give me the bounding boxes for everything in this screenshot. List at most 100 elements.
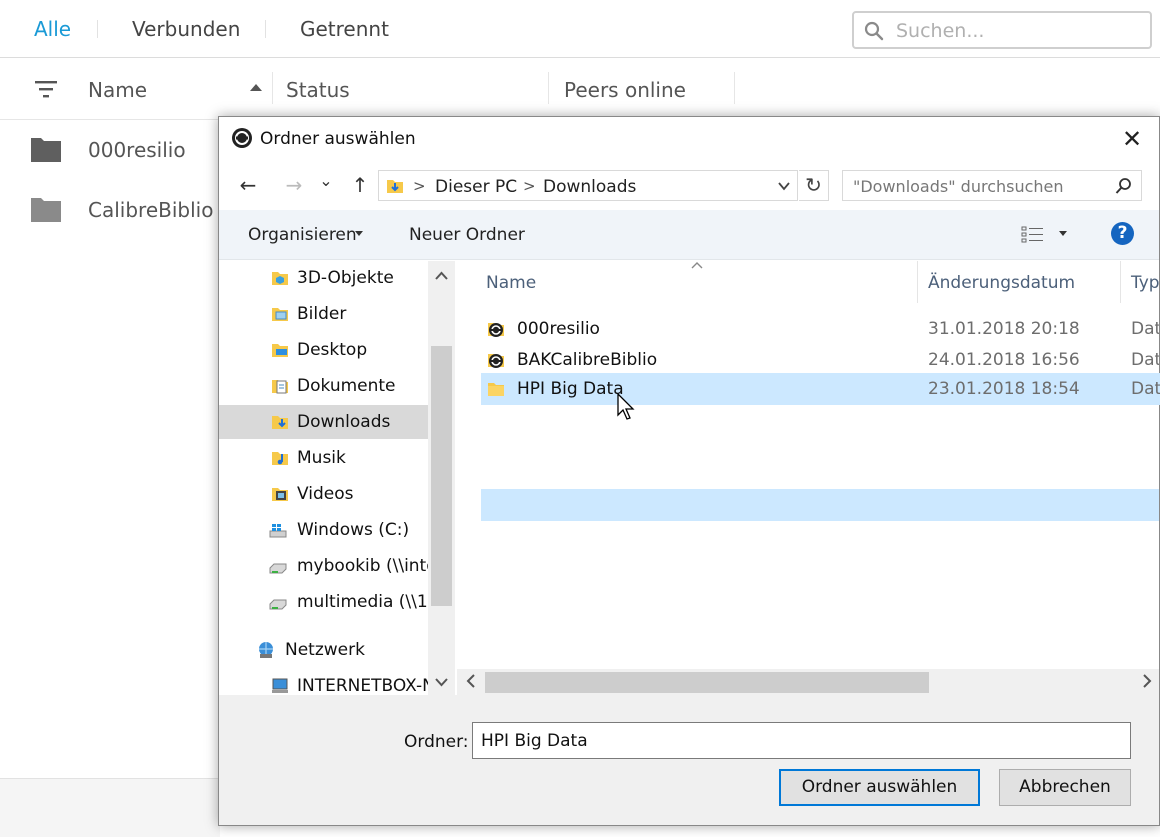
nav-item-label: Dokumente: [297, 376, 396, 396]
column-peers-online[interactable]: Peers online: [564, 78, 686, 102]
file-date: 31.01.2018 20:18: [928, 319, 1080, 339]
chevron-right-icon[interactable]: [1141, 672, 1153, 690]
network-icon: [259, 642, 273, 658]
tab-divider: [265, 20, 266, 38]
up-button[interactable]: ↑: [347, 173, 373, 197]
forward-button[interactable]: →: [281, 173, 307, 197]
tab-disconnected[interactable]: Getrennt: [300, 17, 389, 41]
chevron-down-icon[interactable]: [428, 675, 455, 689]
chevron-down-icon[interactable]: [1059, 231, 1067, 236]
nav-pane-scrollbar[interactable]: [428, 261, 455, 695]
3d-objects-folder-icon: [272, 272, 288, 285]
app-tab-bar: Alle Verbunden Getrennt: [0, 0, 1160, 58]
nav-item-desktop[interactable]: Desktop: [219, 333, 428, 367]
file-row[interactable]: BAKCalibreBiblio 24.01.2018 16:56 Dat: [481, 344, 1159, 376]
nav-item-mybookib[interactable]: mybookib (\\inte: [219, 549, 437, 583]
cancel-button[interactable]: Abbrechen: [999, 769, 1131, 806]
nav-item-network[interactable]: Netzwerk: [219, 633, 428, 667]
sort-ascending-icon: [691, 262, 703, 269]
app-column-header: Name Status Peers online: [0, 58, 1160, 120]
nav-item-label: mybookib (\\inte: [297, 556, 437, 576]
column-status[interactable]: Status: [286, 78, 350, 102]
new-folder-button[interactable]: Neuer Ordner: [409, 225, 525, 245]
dialog-search-input[interactable]: [853, 176, 1103, 196]
column-divider: [734, 72, 735, 104]
organize-button[interactable]: Organisieren: [248, 225, 357, 245]
file-date: 24.01.2018 16:56: [928, 350, 1080, 370]
chevron-down-icon: [355, 231, 363, 236]
select-folder-button[interactable]: Ordner auswählen: [779, 769, 980, 806]
nav-item-windows-drive[interactable]: Windows (C:): [219, 513, 428, 547]
nav-item-music[interactable]: Musik: [219, 441, 428, 475]
sort-ascending-icon: [250, 84, 262, 91]
nav-item-label: Windows (C:): [297, 520, 410, 540]
chevron-up-icon[interactable]: [428, 269, 455, 283]
app-search-input[interactable]: [896, 19, 1136, 43]
file-type: Dat: [1131, 379, 1160, 399]
nav-item-pictures[interactable]: Bilder: [219, 297, 428, 331]
column-name[interactable]: Name: [88, 78, 147, 102]
navigation-pane: 3D-Objekte Bilder Desktop Dokumente Down…: [219, 261, 456, 695]
documents-folder-icon: [272, 380, 288, 394]
app-folder-row[interactable]: 000resilio: [0, 120, 220, 180]
nav-item-label: Videos: [297, 484, 354, 504]
dialog-search-box[interactable]: [842, 170, 1142, 201]
nav-item-3d-objects[interactable]: 3D-Objekte: [219, 261, 428, 295]
file-row-selected[interactable]: HPI Big Data 23.01.2018 18:54 Dat: [481, 373, 1160, 420]
refresh-button[interactable]: ↻: [799, 170, 829, 201]
file-row-selected[interactable]: [481, 489, 1159, 521]
network-drive-icon: [269, 563, 287, 574]
music-folder-icon: [272, 452, 288, 465]
view-options-icon[interactable]: [1021, 226, 1045, 244]
tab-all[interactable]: Alle: [34, 17, 71, 41]
column-header-type[interactable]: Typ: [1131, 273, 1159, 293]
folder-name: 000resilio: [88, 138, 186, 162]
file-name: HPI Big Data: [517, 379, 624, 399]
dialog-toolbar: Organisieren Neuer Ordner ?: [219, 210, 1159, 260]
nav-item-videos[interactable]: Videos: [219, 477, 428, 511]
folder-icon: [31, 138, 61, 162]
back-button[interactable]: ←: [235, 173, 261, 197]
scrollbar-thumb[interactable]: [431, 346, 452, 606]
close-button[interactable]: ✕: [1117, 125, 1147, 153]
nav-item-label: Downloads: [297, 412, 391, 432]
file-list-horizontal-scrollbar[interactable]: [457, 669, 1159, 695]
breadcrumb-this-pc[interactable]: Dieser PC: [435, 177, 517, 197]
folder-name: CalibreBiblio: [88, 198, 214, 222]
nav-item-label: Bilder: [297, 304, 347, 324]
folder-field-label: Ordner:: [404, 732, 469, 752]
folder-icon: [31, 198, 61, 222]
file-type: Dat: [1131, 319, 1159, 339]
app-folder-row[interactable]: CalibreBiblio: [0, 180, 220, 240]
search-icon: [1115, 178, 1131, 194]
breadcrumb-separator: >: [413, 177, 426, 195]
resilio-app-icon: [232, 128, 252, 148]
scrollbar-thumb[interactable]: [485, 672, 929, 693]
breadcrumb-downloads[interactable]: Downloads: [543, 177, 636, 197]
chevron-left-icon[interactable]: [465, 672, 477, 690]
filter-icon[interactable]: [34, 80, 58, 98]
nav-item-downloads[interactable]: Downloads: [219, 405, 428, 439]
nav-item-internetbox[interactable]: INTERNETBOX-N: [219, 669, 435, 695]
help-button[interactable]: ?: [1111, 222, 1134, 245]
chevron-down-icon[interactable]: [777, 179, 791, 193]
column-header-date[interactable]: Änderungsdatum: [928, 273, 1075, 293]
breadcrumb-separator: >: [523, 177, 536, 195]
file-row[interactable]: 000resilio 31.01.2018 20:18 Dat: [481, 313, 1159, 345]
file-list-pane: Name Änderungsdatum Typ 000resilio 31.01…: [456, 261, 1159, 695]
address-bar[interactable]: > Dieser PC > Downloads: [378, 170, 798, 201]
file-date: 23.01.2018 18:54: [928, 379, 1080, 399]
screen: Alle Verbunden Getrennt Name Status Peer…: [0, 0, 1160, 837]
nav-item-documents[interactable]: Dokumente: [219, 369, 428, 403]
file-name: BAKCalibreBiblio: [517, 350, 658, 370]
drive-icon: [269, 524, 287, 538]
pictures-folder-icon: [272, 308, 288, 321]
dialog-title: Ordner auswählen: [260, 129, 416, 149]
tab-connected[interactable]: Verbunden: [132, 17, 240, 41]
recent-locations-button[interactable]: ⌄: [317, 171, 335, 195]
nav-item-multimedia[interactable]: multimedia (\\19: [219, 585, 439, 619]
column-header-name[interactable]: Name: [486, 273, 536, 293]
app-search-box[interactable]: [852, 11, 1152, 49]
folder-name-input[interactable]: [472, 722, 1131, 759]
nav-item-label: Musik: [297, 448, 346, 468]
